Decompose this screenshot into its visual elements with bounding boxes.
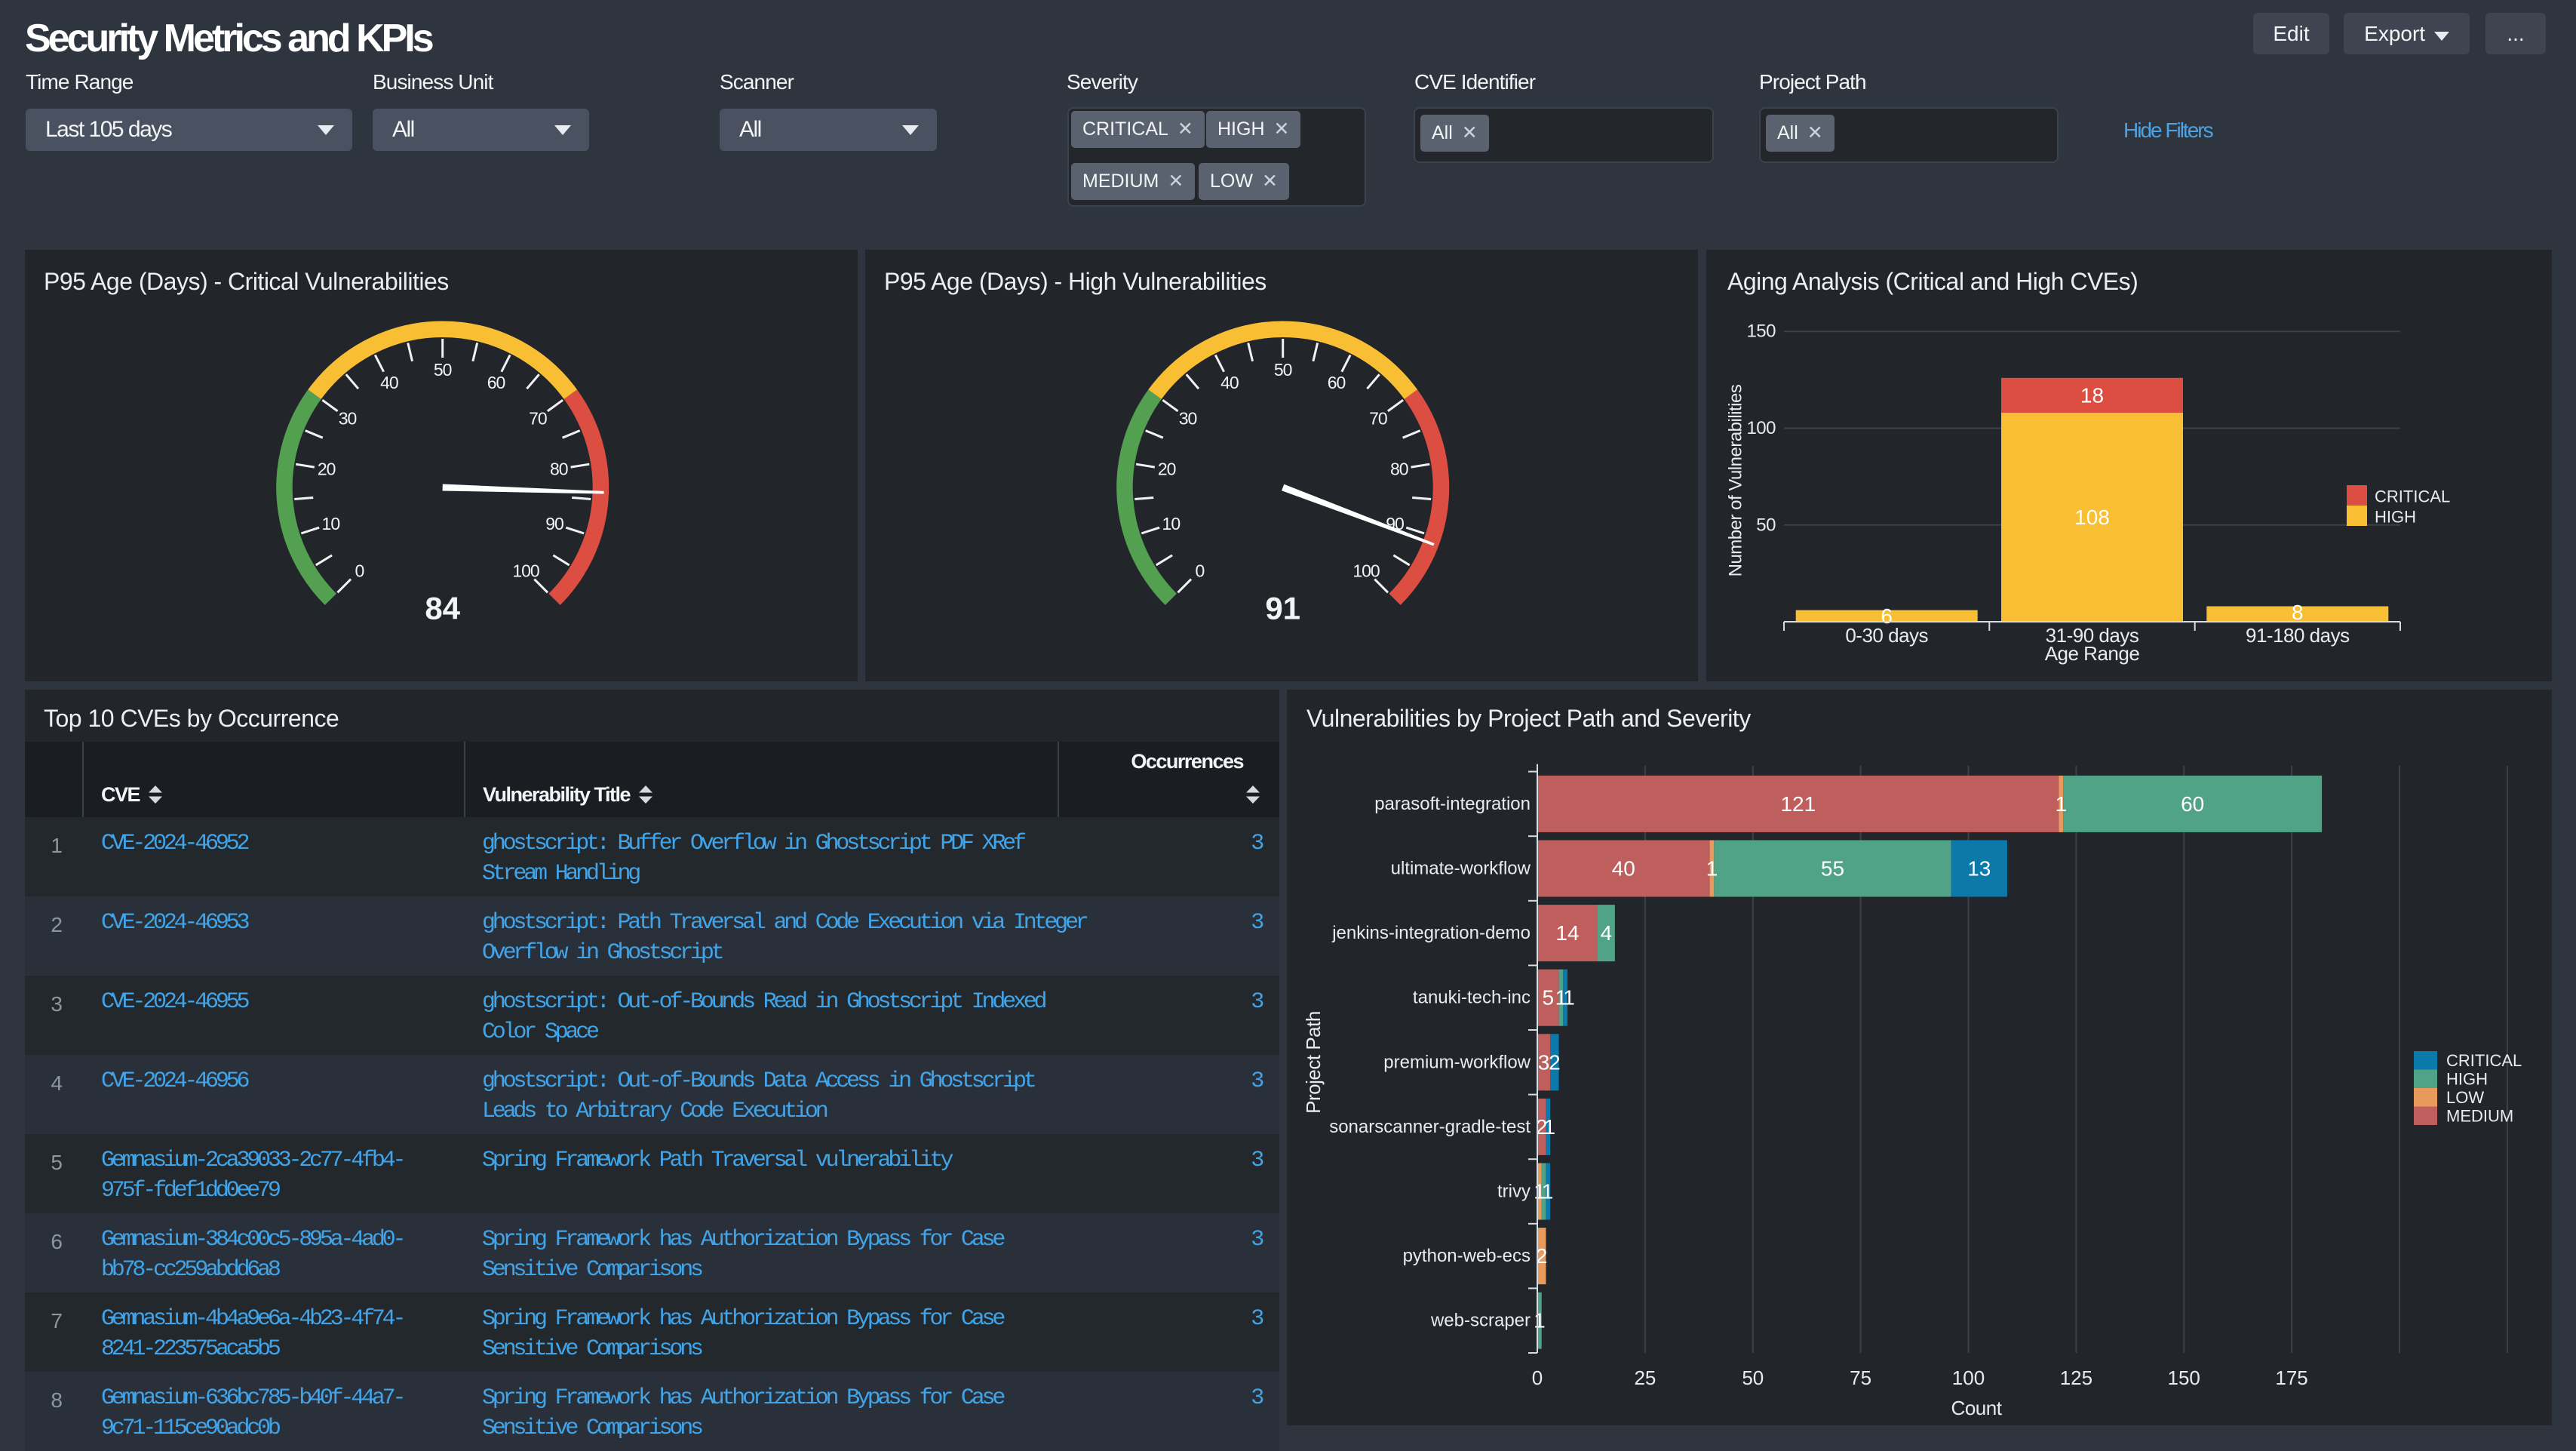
svg-text:30: 30 [1179,408,1197,428]
svg-text:8: 8 [2292,601,2304,624]
svg-text:0: 0 [355,561,364,580]
svg-text:40: 40 [1612,857,1635,881]
svg-text:Age Range: Age Range [2045,642,2140,665]
svg-text:14: 14 [1555,921,1579,945]
svg-text:150: 150 [1746,321,1776,342]
svg-text:0: 0 [1195,561,1204,580]
svg-text:1: 1 [1563,986,1575,1010]
svg-text:50: 50 [1756,515,1776,535]
svg-text:python-web-ecs: python-web-ecs [1403,1246,1531,1266]
svg-text:HIGH: HIGH [2375,508,2416,527]
svg-text:10: 10 [322,514,340,533]
svg-text:70: 70 [529,408,547,428]
svg-text:40: 40 [380,373,398,392]
svg-text:75: 75 [1850,1366,1871,1389]
svg-text:150: 150 [2168,1366,2200,1389]
svg-text:80: 80 [550,460,568,479]
svg-text:MEDIUM: MEDIUM [2446,1107,2513,1126]
svg-text:100: 100 [512,561,539,580]
svg-text:50: 50 [1274,360,1292,380]
svg-text:tanuki-tech-inc: tanuki-tech-inc [1413,988,1531,1008]
svg-text:Count: Count [1951,1397,2003,1419]
svg-text:55: 55 [1821,857,1844,881]
svg-text:100: 100 [1952,1366,1985,1389]
svg-text:ultimate-workflow: ultimate-workflow [1391,859,1531,879]
svg-text:80: 80 [1390,460,1408,479]
svg-text:121: 121 [1780,792,1816,816]
svg-text:4: 4 [1601,921,1613,945]
svg-text:91: 91 [1265,591,1300,626]
svg-text:13: 13 [1967,857,1991,881]
svg-text:125: 125 [2060,1366,2092,1389]
svg-text:3: 3 [1538,1050,1550,1074]
svg-text:1: 1 [2056,792,2068,816]
svg-text:20: 20 [1158,460,1176,479]
svg-text:trivy: trivy [1497,1182,1531,1202]
svg-text:60: 60 [2181,792,2204,816]
svg-text:40: 40 [1220,373,1239,392]
svg-text:sonarscanner-gradle-test: sonarscanner-gradle-test [1329,1117,1531,1137]
svg-text:jenkins-integration-demo: jenkins-integration-demo [1331,923,1531,943]
svg-text:Project Path: Project Path [1302,1011,1325,1114]
svg-text:parasoft-integration: parasoft-integration [1374,794,1531,814]
svg-text:0-30 days: 0-30 days [1845,624,1928,647]
svg-text:100: 100 [1746,418,1776,438]
svg-text:5: 5 [1543,986,1555,1010]
svg-text:Number of Vulnerabilities: Number of Vulnerabilities [1726,384,1746,576]
svg-text:108: 108 [2074,506,2110,529]
svg-text:2: 2 [1549,1050,1561,1074]
svg-text:1: 1 [1542,1180,1554,1204]
svg-text:50: 50 [1742,1366,1764,1389]
svg-text:web-scraper: web-scraper [1430,1311,1531,1331]
svg-text:0: 0 [1532,1366,1543,1389]
svg-text:70: 70 [1369,408,1387,428]
svg-text:60: 60 [487,373,505,392]
svg-text:50: 50 [434,360,452,380]
svg-text:25: 25 [1634,1366,1656,1389]
svg-text:84: 84 [425,591,460,626]
svg-text:91-180 days: 91-180 days [2246,624,2350,647]
svg-text:1: 1 [1544,1115,1556,1139]
svg-text:CRITICAL: CRITICAL [2446,1051,2522,1070]
svg-text:20: 20 [318,460,336,479]
svg-text:LOW: LOW [2446,1088,2484,1107]
svg-text:100: 100 [1352,561,1380,580]
svg-text:premium-workflow: premium-workflow [1383,1052,1531,1072]
svg-text:18: 18 [2080,383,2104,407]
svg-text:175: 175 [2275,1366,2307,1389]
svg-text:30: 30 [339,408,357,428]
svg-text:60: 60 [1328,373,1346,392]
svg-text:1: 1 [1534,1309,1546,1333]
svg-text:90: 90 [545,514,563,533]
svg-text:1: 1 [1706,857,1718,881]
svg-text:10: 10 [1162,514,1181,533]
svg-text:HIGH: HIGH [2446,1070,2488,1089]
svg-text:CRITICAL: CRITICAL [2375,487,2450,506]
